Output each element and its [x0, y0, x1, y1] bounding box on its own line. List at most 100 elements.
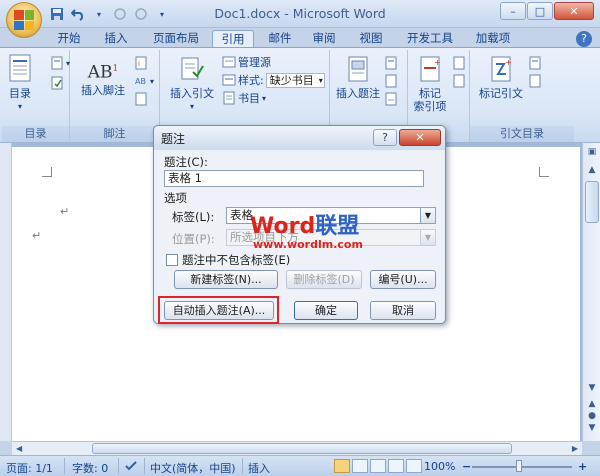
ok-button[interactable]: 确定	[294, 301, 358, 320]
next-footnote-button[interactable]: AB ▾	[134, 74, 154, 88]
update-table-button[interactable]	[50, 76, 64, 90]
insert-index-button[interactable]	[452, 56, 466, 70]
watermark-url: www.wordlm.com	[253, 238, 363, 251]
tab-insert[interactable]: 插入	[96, 30, 136, 48]
full-screen-reading-view-icon[interactable]	[352, 459, 368, 473]
dialog-help-button[interactable]: ?	[373, 129, 397, 146]
toc-button-label: 目录	[9, 87, 31, 100]
insert-mode[interactable]: 插入	[248, 460, 270, 476]
bibliography-label: 书目	[238, 92, 260, 105]
office-button[interactable]	[6, 2, 42, 38]
scroll-left-icon[interactable]: ◀	[16, 442, 22, 455]
citation-icon	[166, 56, 218, 85]
language[interactable]: 中文(简体，中国)	[150, 460, 236, 476]
tab-view[interactable]: 视图	[352, 30, 390, 48]
maximize-button[interactable]: □	[527, 2, 553, 20]
bibliography-button[interactable]: 书目 ▾	[222, 90, 266, 106]
insert-citation-button[interactable]: 插入引文 ▾	[166, 56, 218, 113]
title-bar: ▾ ▾ Doc1.docx - Microsoft Word – □ ✕	[0, 0, 600, 38]
tab-review[interactable]: 审阅	[306, 30, 342, 48]
style-label: 样式:	[238, 74, 264, 87]
page-count[interactable]: 页面: 1/1	[6, 460, 53, 476]
dialog-close-button[interactable]: ✕	[399, 129, 441, 146]
style-select[interactable]: 缺少书目 ▾	[265, 72, 325, 88]
zoom-slider-track[interactable]	[472, 466, 572, 468]
scroll-up-icon[interactable]: ▲	[585, 165, 599, 175]
ruler-toggle-icon[interactable]: ▣	[585, 147, 599, 157]
insert-citation-label: 插入引文	[170, 87, 214, 100]
tab-addins[interactable]: 加载项	[468, 30, 518, 48]
status-bar: 页面: 1/1 字数: 0 中文(简体，中国) 插入 100% − +	[0, 455, 600, 476]
position-label: 位置(P):	[172, 232, 215, 246]
insert-toa-button[interactable]	[528, 56, 542, 70]
vertical-scrollbar[interactable]: ▣ ▲ ▼ ▲ ● ▼	[582, 143, 600, 441]
add-text-button[interactable]: ▾	[50, 56, 70, 70]
previous-page-icon[interactable]: ▲	[585, 399, 599, 409]
tag-dropdown-icon[interactable]: ▼	[420, 208, 435, 223]
word-count[interactable]: 字数: 0	[72, 460, 108, 476]
zoom-level[interactable]: 100%	[424, 460, 455, 473]
help-icon[interactable]: ?	[576, 31, 592, 47]
tab-mailings[interactable]: 邮件	[262, 30, 298, 48]
minimize-button[interactable]: –	[500, 2, 526, 20]
delete-label-button: 删除标签(D)	[286, 270, 362, 289]
tag-label: 标签(L):	[172, 210, 215, 224]
insert-caption-label: 插入题注	[336, 87, 380, 100]
mark-citation-label: 标记引文	[479, 87, 523, 100]
browse-object-icon[interactable]: ●	[585, 411, 599, 421]
watermark-word: Word	[250, 214, 316, 239]
crop-mark-top-left	[42, 167, 52, 177]
watermark-lianmeng: 联盟	[315, 214, 360, 239]
web-layout-view-icon[interactable]	[370, 459, 386, 473]
scroll-thumb[interactable]	[585, 181, 599, 223]
tab-page-layout[interactable]: 页面布局	[144, 30, 208, 48]
caption-input[interactable]: 表格 1	[164, 170, 424, 187]
numbering-button[interactable]: 编号(U)...	[370, 270, 436, 289]
outline-view-icon[interactable]	[388, 459, 404, 473]
proofing-icon[interactable]	[124, 460, 138, 475]
cross-reference-button[interactable]	[384, 92, 398, 106]
watermark-logo: Word联盟	[250, 216, 359, 238]
scroll-right-icon[interactable]: ▶	[572, 442, 578, 455]
vertical-ruler	[0, 143, 12, 441]
insert-endnote-button[interactable]: i	[134, 56, 148, 70]
style-select-value: 缺少书目	[269, 73, 314, 87]
zoom-slider-knob[interactable]	[516, 460, 522, 472]
zoom-in-icon[interactable]: +	[578, 460, 587, 473]
svg-text:i: i	[138, 60, 140, 68]
exclude-label-text: 题注中不包含标签(E)	[182, 253, 291, 267]
insert-footnote-button[interactable]: AB1 插入脚注	[76, 56, 130, 97]
insert-caption-button[interactable]: 插入题注	[334, 56, 382, 100]
print-layout-view-icon[interactable]	[334, 459, 350, 473]
update-index-button[interactable]	[452, 74, 466, 88]
manage-sources-button[interactable]: 管理源	[222, 54, 271, 70]
next-page-icon[interactable]: ▼	[585, 423, 599, 433]
svg-text:+: +	[434, 58, 441, 67]
update-figures-button[interactable]	[384, 74, 398, 88]
horizontal-scrollbar[interactable]: ◀ ▶	[12, 441, 582, 455]
group-label-toc: 目录	[2, 126, 69, 142]
mark-citation-icon: +	[474, 56, 528, 85]
scroll-down-icon[interactable]: ▼	[585, 383, 599, 393]
draft-view-icon[interactable]	[406, 459, 422, 473]
paragraph-mark: ↵	[60, 205, 70, 218]
insert-table-of-figures-button[interactable]	[384, 56, 398, 70]
toc-dropdown-icon: ▾	[17, 102, 22, 111]
show-notes-button[interactable]	[134, 92, 148, 106]
exclude-label-checkbox[interactable]	[166, 254, 178, 266]
horizontal-scroll-thumb[interactable]	[92, 443, 512, 454]
mark-entry-label: 标记 索引项	[413, 87, 447, 113]
toc-button[interactable]: 目录 ▾	[6, 54, 34, 113]
cancel-button[interactable]: 取消	[370, 301, 436, 320]
zoom-out-icon[interactable]: −	[462, 460, 471, 473]
close-button[interactable]: ✕	[554, 2, 594, 20]
tab-developer[interactable]: 开发工具	[400, 30, 460, 48]
group-footnotes: AB1 插入脚注 i AB ▾ 脚注	[70, 50, 160, 142]
update-toa-button[interactable]	[528, 74, 542, 88]
mark-citation-button[interactable]: + 标记引文	[474, 56, 528, 100]
new-label-button[interactable]: 新建标签(N)...	[174, 270, 278, 289]
dialog-title-bar: 题注 ? ✕	[154, 126, 445, 150]
tab-home[interactable]: 开始	[50, 30, 88, 48]
style-select-arrow-icon: ▾	[318, 75, 323, 85]
mark-entry-button[interactable]: + 标记 索引项	[410, 56, 450, 113]
